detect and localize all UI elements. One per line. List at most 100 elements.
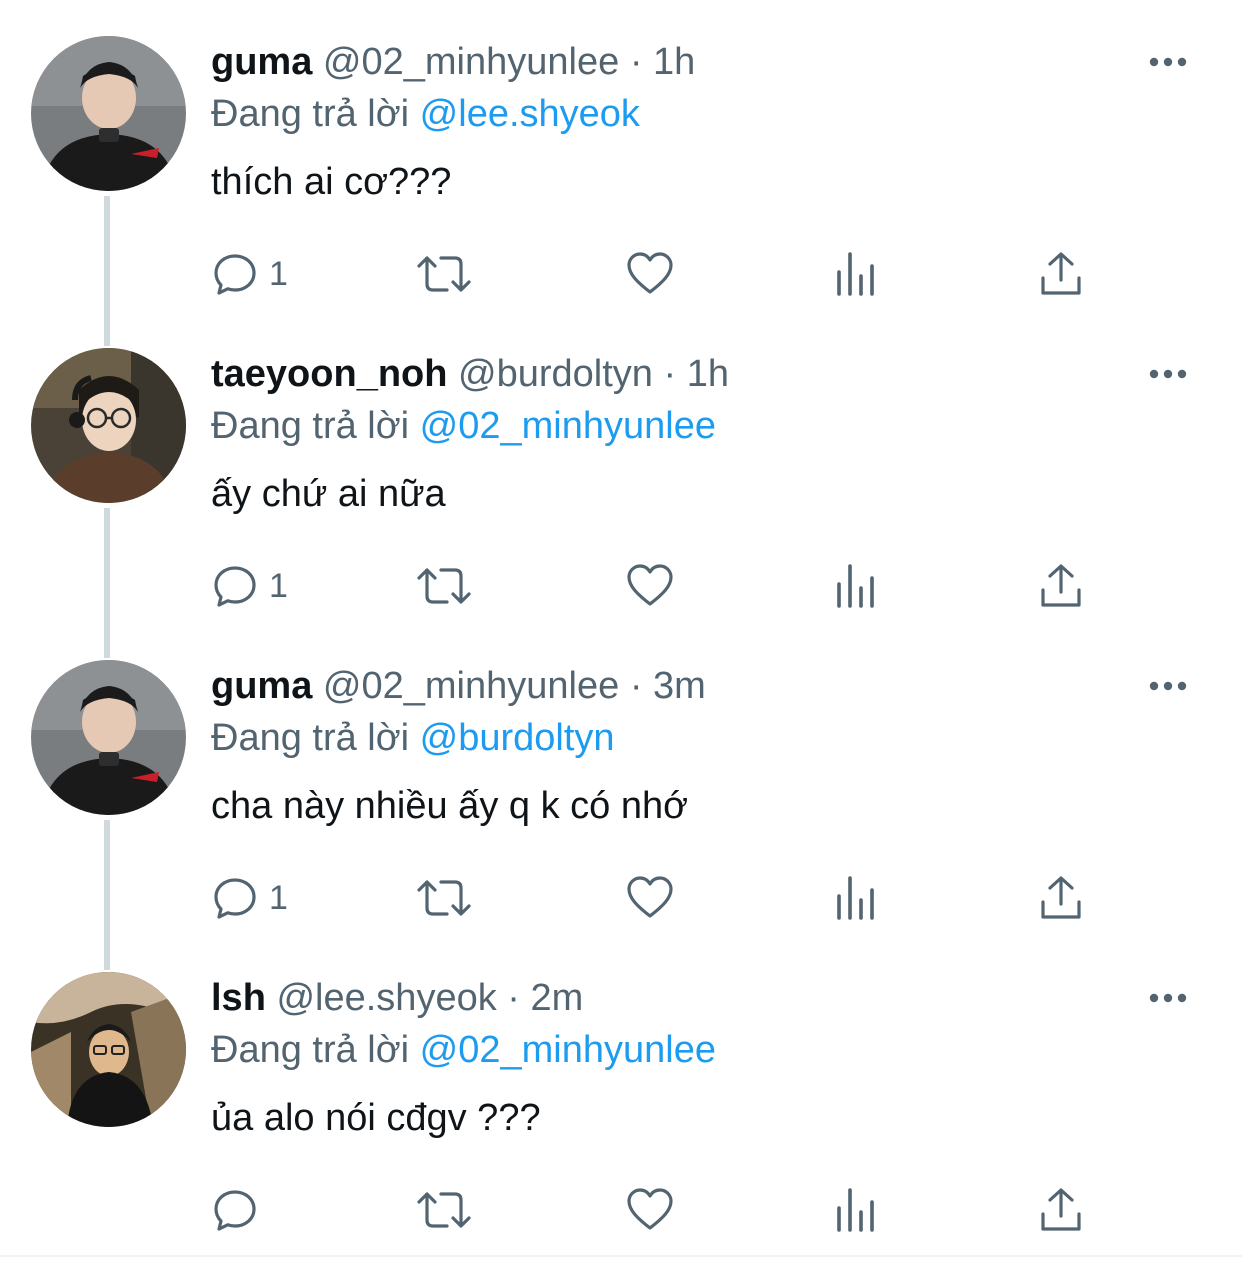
- user-avatar-icon: [31, 348, 186, 503]
- timestamp[interactable]: 1h: [653, 41, 695, 83]
- tweet-actions: 1: [211, 870, 1111, 926]
- views-button[interactable]: [835, 870, 879, 926]
- timestamp[interactable]: 2m: [531, 977, 584, 1019]
- like-icon: [627, 876, 673, 918]
- reply-icon: [214, 254, 256, 295]
- user-handle[interactable]: @02_minhyunlee: [323, 41, 619, 83]
- more-dots-icon: [1149, 993, 1187, 1003]
- display-name[interactable]: lsh: [211, 977, 266, 1019]
- tweet-actions: 1: [211, 558, 1111, 614]
- replying-to: Đang trả lời @lee.shyeok: [211, 90, 640, 138]
- reply-icon: [214, 1190, 256, 1231]
- reply-button[interactable]: [211, 1182, 269, 1238]
- tweet-text: thích ai cơ???: [211, 161, 452, 203]
- more-dots-icon: [1149, 369, 1187, 379]
- reply-count: 1: [269, 567, 288, 605]
- more-dots-icon: [1149, 681, 1187, 691]
- retweet-icon: [417, 1192, 471, 1228]
- more-dots-icon: [1149, 57, 1187, 67]
- views-button[interactable]: [835, 558, 879, 614]
- display-name[interactable]: guma: [211, 41, 312, 83]
- more-options-button[interactable]: [1146, 668, 1190, 704]
- like-button[interactable]: [625, 246, 675, 302]
- views-icon: [837, 876, 874, 920]
- user-avatar-icon: [31, 660, 186, 815]
- timestamp[interactable]: 3m: [653, 665, 706, 707]
- user-handle[interactable]: @02_minhyunlee: [323, 665, 619, 707]
- user-avatar-icon: [31, 36, 186, 191]
- reply-button[interactable]: 1: [211, 870, 288, 926]
- avatar[interactable]: [31, 660, 186, 815]
- tweet[interactable]: guma @02_minhyunlee · 1h Đang trả lời @l…: [0, 0, 1242, 312]
- tweet-text: cha này nhiều ấy q k có nhớ: [211, 785, 689, 827]
- tweet-actions: [211, 1182, 1111, 1238]
- tweet-header: lsh @lee.shyeok · 2m: [211, 974, 583, 1022]
- retweet-icon: [417, 256, 471, 292]
- separator-dot: ·: [629, 41, 643, 83]
- retweet-button[interactable]: [415, 870, 473, 926]
- more-options-button[interactable]: [1146, 44, 1190, 80]
- user-handle[interactable]: @burdoltyn: [458, 353, 653, 395]
- views-button[interactable]: [835, 246, 879, 302]
- tweet-text: ấy chứ ai nữa: [211, 473, 446, 515]
- retweet-icon: [417, 568, 471, 604]
- tweet-header: taeyoon_noh @burdoltyn · 1h: [211, 350, 729, 398]
- share-button[interactable]: [1039, 870, 1083, 926]
- separator-dot: ·: [629, 665, 643, 707]
- retweet-button[interactable]: [415, 1182, 473, 1238]
- user-handle[interactable]: @lee.shyeok: [276, 977, 496, 1019]
- retweet-button[interactable]: [415, 558, 473, 614]
- reply-thread: guma @02_minhyunlee · 1h Đang trả lời @l…: [0, 0, 1242, 1263]
- display-name[interactable]: guma: [211, 665, 312, 707]
- tweet[interactable]: guma @02_minhyunlee · 3m Đang trả lời @b…: [0, 624, 1242, 936]
- replying-to: Đang trả lời @02_minhyunlee: [211, 402, 716, 450]
- retweet-button[interactable]: [415, 246, 473, 302]
- replying-to-label: Đang trả lời: [211, 717, 410, 759]
- display-name[interactable]: taeyoon_noh: [211, 353, 447, 395]
- like-button[interactable]: [625, 870, 675, 926]
- bottom-divider: [0, 1255, 1242, 1257]
- replying-to-label: Đang trả lời: [211, 1029, 410, 1071]
- share-button[interactable]: [1039, 558, 1083, 614]
- replying-to: Đang trả lời @02_minhyunlee: [211, 1026, 716, 1074]
- reply-button[interactable]: 1: [211, 558, 288, 614]
- reply-icon: [214, 878, 256, 919]
- replying-to: Đang trả lời @burdoltyn: [211, 714, 615, 762]
- tweet-text: ủa alo nói cđgv ???: [211, 1097, 541, 1139]
- share-icon: [1041, 564, 1081, 607]
- tweet[interactable]: taeyoon_noh @burdoltyn · 1h Đang trả lời…: [0, 312, 1242, 624]
- like-icon: [627, 252, 673, 294]
- replying-to-mention[interactable]: @02_minhyunlee: [420, 405, 716, 447]
- reply-count: 1: [269, 255, 288, 293]
- user-avatar-icon: [31, 972, 186, 1127]
- tweet-header: guma @02_minhyunlee · 3m: [211, 662, 706, 710]
- more-options-button[interactable]: [1146, 980, 1190, 1016]
- views-icon: [837, 1188, 874, 1232]
- retweet-icon: [417, 880, 471, 916]
- avatar[interactable]: [31, 348, 186, 503]
- avatar[interactable]: [31, 972, 186, 1127]
- like-icon: [627, 1188, 673, 1230]
- replying-to-mention[interactable]: @02_minhyunlee: [420, 1029, 716, 1071]
- replying-to-mention[interactable]: @burdoltyn: [420, 717, 615, 759]
- timestamp[interactable]: 1h: [687, 353, 729, 395]
- views-icon: [837, 252, 874, 296]
- separator-dot: ·: [507, 977, 520, 1019]
- avatar[interactable]: [31, 36, 186, 191]
- replying-to-mention[interactable]: @lee.shyeok: [420, 93, 640, 135]
- share-button[interactable]: [1039, 246, 1083, 302]
- more-options-button[interactable]: [1146, 356, 1190, 392]
- reply-icon: [214, 566, 256, 607]
- share-icon: [1041, 252, 1081, 295]
- share-button[interactable]: [1039, 1182, 1083, 1238]
- share-icon: [1041, 1188, 1081, 1231]
- tweet-header: guma @02_minhyunlee · 1h: [211, 38, 695, 86]
- share-icon: [1041, 876, 1081, 919]
- views-icon: [837, 564, 874, 608]
- like-button[interactable]: [625, 1182, 675, 1238]
- reply-button[interactable]: 1: [211, 246, 288, 302]
- like-button[interactable]: [625, 558, 675, 614]
- tweet[interactable]: lsh @lee.shyeok · 2m Đang trả lời @02_mi…: [0, 936, 1242, 1248]
- views-button[interactable]: [835, 1182, 879, 1238]
- replying-to-label: Đang trả lời: [211, 93, 410, 135]
